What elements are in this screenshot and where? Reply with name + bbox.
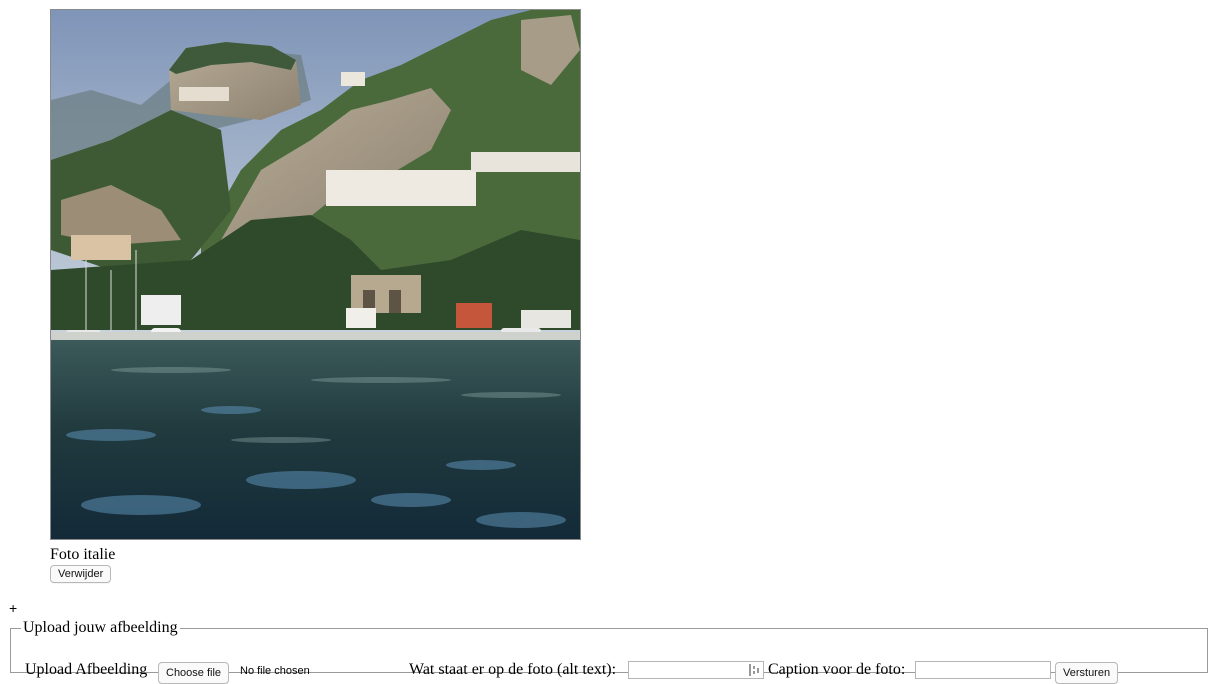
photo-caption: Foto italie xyxy=(50,546,116,563)
submit-button[interactable]: Versturen xyxy=(1055,662,1119,684)
remove-button[interactable]: Verwijder xyxy=(50,565,112,583)
italy-coast-photo xyxy=(50,9,581,540)
alt-text-label: Wat staat er op de foto (alt text): xyxy=(409,661,617,678)
caption-label: Caption voor de foto: xyxy=(768,661,906,678)
caption-input[interactable] xyxy=(915,661,1051,679)
upload-form: Upload jouw afbeelding Upload Afbeelding… xyxy=(10,619,1208,684)
file-status-text: No file chosen xyxy=(240,665,310,677)
alt-text-input[interactable] xyxy=(628,661,764,679)
choose-file-button[interactable]: Choose file xyxy=(158,662,230,684)
password-manager-icon[interactable] xyxy=(747,663,761,677)
file-label: Upload Afbeelding xyxy=(25,661,148,678)
add-toggle[interactable]: + xyxy=(9,601,17,615)
upload-form-row: Upload Afbeelding Choose file No file ch… xyxy=(25,661,1197,684)
photo-illustration xyxy=(51,10,580,539)
photo-card: Foto italie xyxy=(50,9,581,563)
upload-form-legend: Upload jouw afbeelding xyxy=(23,619,178,636)
